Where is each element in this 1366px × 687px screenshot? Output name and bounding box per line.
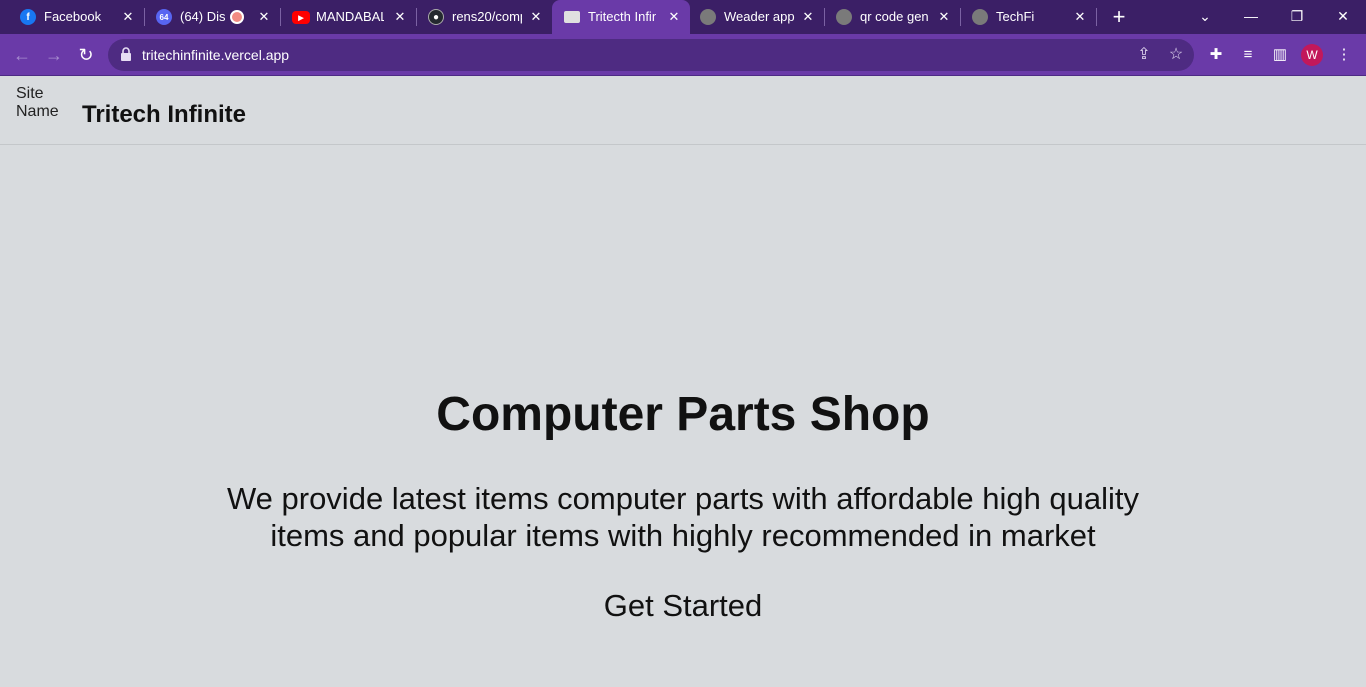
globe-icon — [836, 9, 852, 25]
back-button[interactable]: ← — [10, 43, 34, 67]
site-name[interactable]: Tritech Infinite — [82, 101, 246, 129]
url-text: tritechinfinite.vercel.app — [142, 47, 290, 63]
tab-qr-code[interactable]: qr code gene ✕ — [824, 0, 960, 34]
globe-icon — [972, 9, 988, 25]
tab-title: Tritecth Infini — [588, 10, 656, 24]
new-tab-button[interactable]: + — [1108, 6, 1130, 28]
close-tab-icon[interactable]: ✕ — [1072, 9, 1088, 25]
minimize-icon[interactable]: — — [1238, 4, 1264, 28]
tab-title: rens20/comp — [452, 10, 522, 24]
tab-title: (64) Disc — [180, 10, 226, 24]
facebook-icon: f — [20, 9, 36, 25]
get-started-button[interactable]: Get Started — [583, 586, 783, 626]
tab-strip: f Facebook ✕ 64 (64) Disc ✕ ▶ MANDABALI … — [0, 0, 1366, 34]
web-page: Site Name Tritech Infinite Computer Part… — [0, 77, 1366, 687]
close-tab-icon[interactable]: ✕ — [800, 9, 816, 25]
tab-title: Weader app — [724, 10, 795, 24]
tab-github[interactable]: ● rens20/comp ✕ — [416, 0, 552, 34]
tab-separator — [1096, 8, 1097, 26]
close-tab-icon[interactable]: ✕ — [256, 9, 272, 25]
tab-search-icon[interactable]: ⌄ — [1192, 4, 1218, 28]
menu-kebab-icon[interactable]: ⋮ — [1333, 44, 1355, 66]
hero-title: Computer Parts Shop — [436, 388, 930, 441]
discord-icon: 64 — [156, 9, 172, 25]
recording-icon — [230, 10, 244, 24]
forward-button[interactable]: → — [42, 43, 66, 67]
tab-facebook[interactable]: f Facebook ✕ — [8, 0, 144, 34]
tab-title: MANDABALI — [316, 10, 384, 24]
close-tab-icon[interactable]: ✕ — [936, 9, 952, 25]
youtube-icon: ▶ — [292, 11, 310, 24]
tab-title: Facebook — [44, 10, 102, 24]
bookmark-star-icon[interactable]: ☆ — [1166, 45, 1186, 65]
address-bar[interactable]: tritechinfinite.vercel.app ⇪ ☆ — [108, 39, 1194, 71]
lock-icon — [121, 47, 131, 61]
tab-weader-app[interactable]: Weader app ✕ — [688, 0, 824, 34]
reload-button[interactable]: ↻ — [74, 43, 98, 67]
tab-techfi[interactable]: TechFi ✕ — [960, 0, 1096, 34]
globe-icon — [700, 9, 716, 25]
close-tab-icon[interactable]: ✕ — [528, 9, 544, 25]
tab-youtube[interactable]: ▶ MANDABALI ✕ — [280, 0, 416, 34]
tab-tritech-active[interactable]: Tritecth Infini ✕ — [552, 0, 690, 34]
extensions-icon[interactable]: ✚ — [1205, 44, 1227, 66]
hero-subtitle: We provide latest items computer parts w… — [226, 481, 1140, 553]
tab-discord[interactable]: 64 (64) Disc ✕ — [144, 0, 280, 34]
tab-title: TechFi — [996, 10, 1035, 24]
site-logo[interactable]: Site Name — [16, 85, 66, 121]
share-icon[interactable]: ⇪ — [1134, 45, 1154, 65]
site-icon — [564, 11, 580, 23]
tab-title: qr code gene — [860, 10, 928, 24]
github-icon: ● — [428, 9, 444, 25]
media-control-icon[interactable]: ≡ — [1237, 44, 1259, 66]
close-tab-icon[interactable]: ✕ — [666, 9, 682, 25]
logo-alt-text: Site Name — [16, 85, 59, 120]
site-header: Site Name Tritech Infinite — [0, 77, 1366, 145]
close-window-icon[interactable]: ✕ — [1330, 4, 1356, 28]
profile-avatar[interactable]: W — [1301, 44, 1323, 66]
side-panel-icon[interactable]: ▥ — [1269, 44, 1291, 66]
browser-toolbar: ← → ↻ tritechinfinite.vercel.app ⇪ ☆ ✚ ≡… — [0, 34, 1366, 76]
close-tab-icon[interactable]: ✕ — [392, 9, 408, 25]
restore-icon[interactable]: ❐ — [1284, 4, 1310, 28]
close-tab-icon[interactable]: ✕ — [120, 9, 136, 25]
